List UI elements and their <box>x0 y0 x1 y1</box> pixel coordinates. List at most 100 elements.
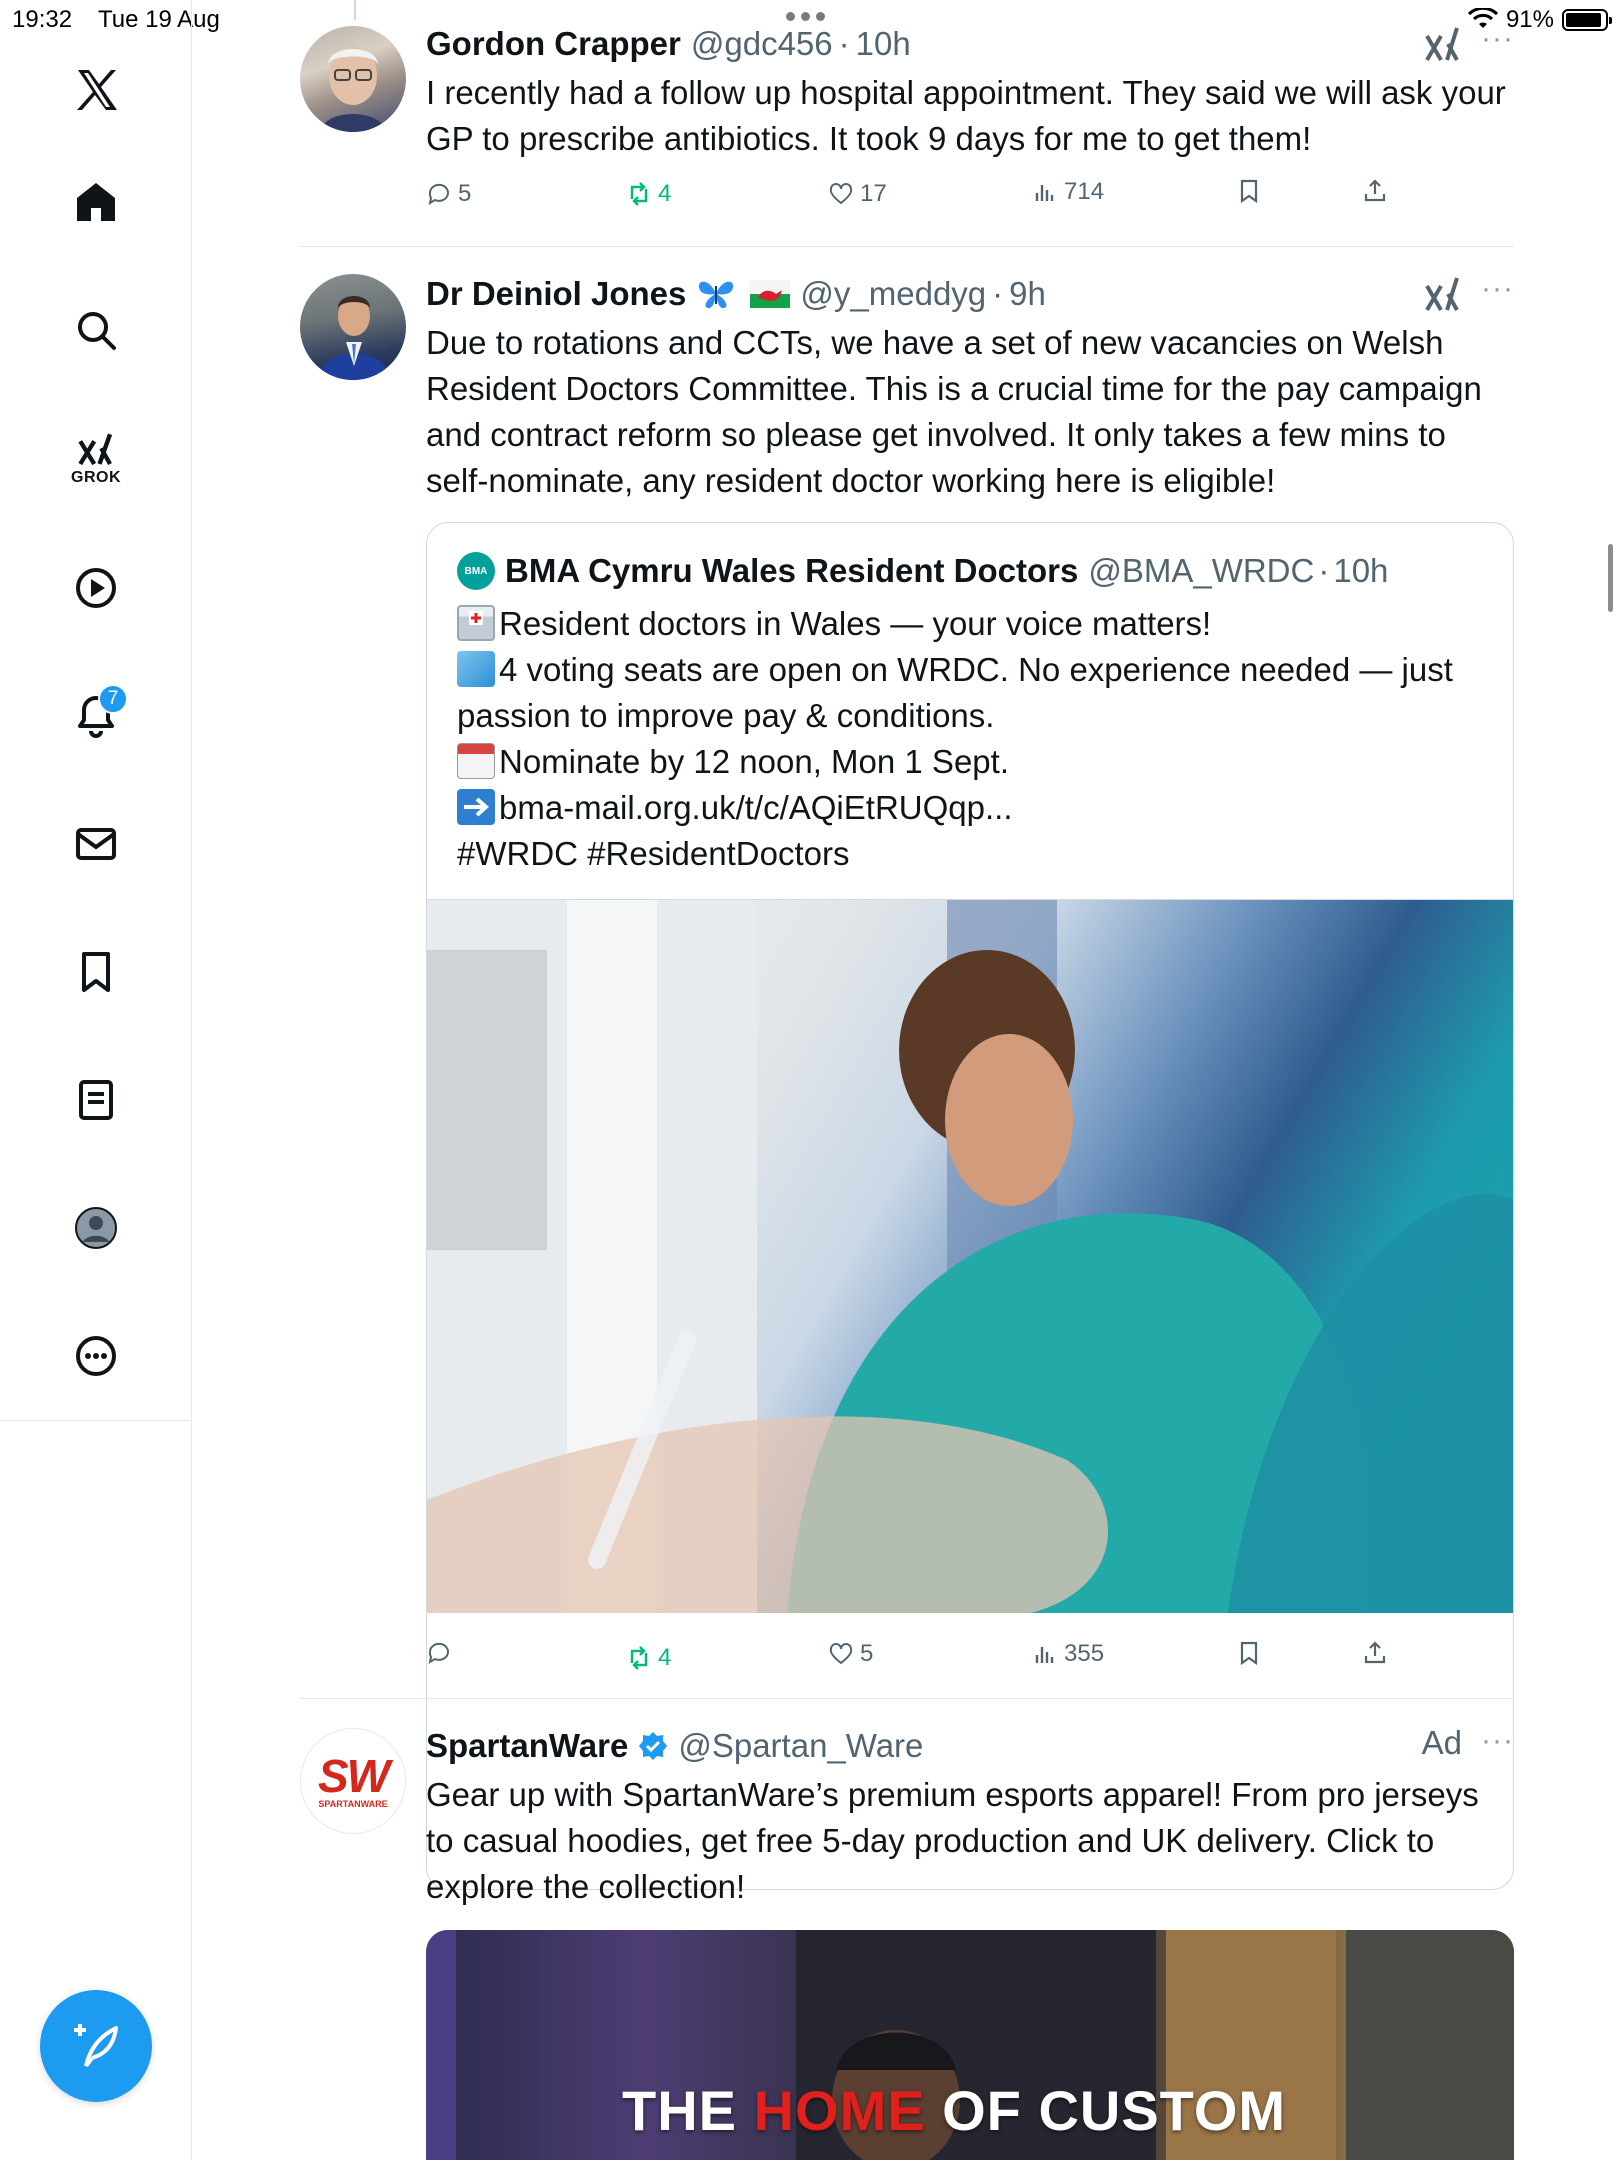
reply-icon <box>428 183 449 206</box>
lists-icon[interactable] <box>56 1060 136 1140</box>
messages-envelope-icon[interactable] <box>56 804 136 884</box>
views-button[interactable]: 714 <box>1032 178 1104 206</box>
quoted-tweet-photo[interactable] <box>427 899 1513 1613</box>
grok-explain-icon[interactable] <box>1424 274 1462 314</box>
views-bar-chart-icon <box>1035 1647 1054 1663</box>
hospital-emoji-icon <box>457 605 495 641</box>
scroll-indicator[interactable] <box>1608 544 1613 612</box>
wales-flag-emoji-icon <box>750 280 791 308</box>
dot-separator: · <box>992 275 1004 312</box>
share-upload-icon <box>1364 1641 1386 1664</box>
retweet-button[interactable]: 4 <box>626 180 671 208</box>
quote-line: Nominate by 12 noon, Mon 1 Sept. <box>499 743 1009 780</box>
home-icon[interactable] <box>56 162 136 242</box>
ad-avatar-subtext: SPARTANWARE <box>318 1799 388 1809</box>
tweet-text: Due to rotations and CCTs, we have a set… <box>426 324 1482 499</box>
profile-avatar-icon[interactable] <box>56 1188 136 1268</box>
bookmark-button[interactable] <box>1236 1640 1262 1666</box>
like-button[interactable]: 5 <box>828 1640 873 1668</box>
verified-badge-icon <box>639 1732 668 1760</box>
compose-post-button[interactable] <box>40 1990 152 2102</box>
quote-hashtags[interactable]: #WRDC #ResidentDoctors <box>457 835 849 872</box>
avatar[interactable]: SW SPARTANWARE <box>300 1728 406 1834</box>
retweet-button[interactable]: 4 <box>626 1644 671 1672</box>
views-button[interactable]: 355 <box>1032 1640 1104 1668</box>
heart-icon <box>829 183 853 205</box>
video-icon[interactable] <box>56 548 136 628</box>
reply-button[interactable]: 5 <box>426 180 471 208</box>
avatar[interactable] <box>300 26 406 132</box>
quote-line: passion to improve pay & conditions. <box>457 697 995 734</box>
avatar[interactable] <box>300 274 406 380</box>
sidebar: GROK 7 <box>0 0 192 2160</box>
ad-media-image[interactable]: THE HOME OF CUSTOM <box>426 1930 1514 2160</box>
more-options-icon[interactable]: ··· <box>1481 272 1514 306</box>
tweet-header: Dr Deiniol Jones @y_meddyg · 9h <box>426 272 1514 316</box>
author-handle[interactable]: @Spartan_Ware <box>678 1724 923 1768</box>
quoted-tweet-card[interactable]: BMA BMA Cymru Wales Resident Doctors @BM… <box>426 522 1514 1890</box>
compose-feather-icon <box>74 2024 118 2068</box>
notifications-bell-icon[interactable]: 7 <box>56 676 136 756</box>
calendar-emoji-icon <box>457 743 495 779</box>
quoted-author-name[interactable]: BMA Cymru Wales Resident Doctors <box>505 552 1078 590</box>
share-button[interactable] <box>1362 1640 1388 1666</box>
ad-image-caption: THE HOME OF CUSTOM <box>622 2079 1287 2142</box>
ad-label: Ad <box>1421 1724 1462 1761</box>
tweet-divider <box>300 246 1514 247</box>
ad-avatar-logo: SW <box>317 1750 390 1802</box>
bookmark-icon[interactable] <box>56 932 136 1012</box>
like-button[interactable]: 17 <box>828 180 887 208</box>
dot-separator: · <box>1318 552 1330 589</box>
notification-count-badge: 7 <box>98 684 128 714</box>
quoted-avatar[interactable]: BMA <box>457 552 495 590</box>
search-icon[interactable] <box>56 290 136 370</box>
author-name[interactable]: Gordon Crapper <box>426 22 681 66</box>
reply-count: 5 <box>458 180 472 207</box>
ballot-box-emoji-icon <box>457 651 495 687</box>
tweet[interactable]: Gordon Crapper @gdc456 · 10h ··· I recen… <box>300 22 1514 242</box>
retweet-icon <box>630 1646 648 1670</box>
author-name[interactable]: SpartanWare <box>426 1724 628 1768</box>
share-upload-icon <box>1364 179 1386 202</box>
quoted-tweet-text: Resident doctors in Wales — your voice m… <box>457 601 1485 877</box>
grok-icon[interactable]: GROK <box>56 418 136 498</box>
post-time[interactable]: 10h <box>856 22 911 66</box>
grok-explain-icon[interactable] <box>1424 24 1462 64</box>
author-handle[interactable]: @y_meddyg <box>800 272 986 316</box>
retweet-count: 4 <box>658 1644 672 1671</box>
bookmark-button[interactable] <box>1236 178 1262 204</box>
tweet[interactable]: Dr Deiniol Jones @y_meddyg · 9h ··· Due … <box>300 272 1514 1890</box>
sidebar-divider <box>0 1420 192 1421</box>
quoted-author-handle[interactable]: @BMA_WRDC <box>1088 552 1314 590</box>
quoted-post-time[interactable]: 10h <box>1333 552 1388 590</box>
views-bar-chart-icon <box>1035 185 1054 201</box>
views-count: 714 <box>1064 178 1105 205</box>
reply-button[interactable] <box>426 1640 458 1666</box>
grok-label: GROK <box>71 469 121 486</box>
tweet-text: Gear up with SpartanWare’s premium espor… <box>426 1776 1479 1905</box>
bookmark-icon <box>1240 1641 1258 1666</box>
butterfly-emoji-icon <box>699 281 734 309</box>
promoted-tweet[interactable]: SW SPARTANWARE SpartanWare @Spartan_Ware… <box>300 1724 1514 2160</box>
tweet-header: Gordon Crapper @gdc456 · 10h <box>426 22 1514 66</box>
heart-icon <box>829 1643 853 1665</box>
more-options-icon[interactable] <box>56 1316 136 1396</box>
tweet-actions: 4 5 355 <box>426 1640 1426 1680</box>
thread-connector-line <box>354 0 356 20</box>
author-handle[interactable]: @gdc456 <box>691 22 833 66</box>
quoted-tweet-header: BMA BMA Cymru Wales Resident Doctors @BM… <box>457 547 1485 595</box>
multitasking-dots[interactable] <box>786 12 825 21</box>
author-name[interactable]: Dr Deiniol Jones <box>426 272 686 316</box>
retweet-icon <box>630 182 648 206</box>
battery-icon <box>1562 9 1612 31</box>
tweet-divider <box>300 1698 1514 1699</box>
tweet-header: SpartanWare @Spartan_Ware <box>426 1724 1514 1768</box>
more-options-icon[interactable]: ··· <box>1481 22 1514 56</box>
more-options-icon[interactable]: ··· <box>1481 1724 1514 1758</box>
like-count: 5 <box>860 1640 874 1667</box>
right-arrow-emoji-icon <box>457 789 495 825</box>
quote-link[interactable]: bma-mail.org.uk/t/c/AQiEtRUQqp... <box>499 789 1012 826</box>
share-button[interactable] <box>1362 178 1388 204</box>
x-logo-icon[interactable] <box>56 50 136 130</box>
post-time[interactable]: 9h <box>1009 272 1046 316</box>
